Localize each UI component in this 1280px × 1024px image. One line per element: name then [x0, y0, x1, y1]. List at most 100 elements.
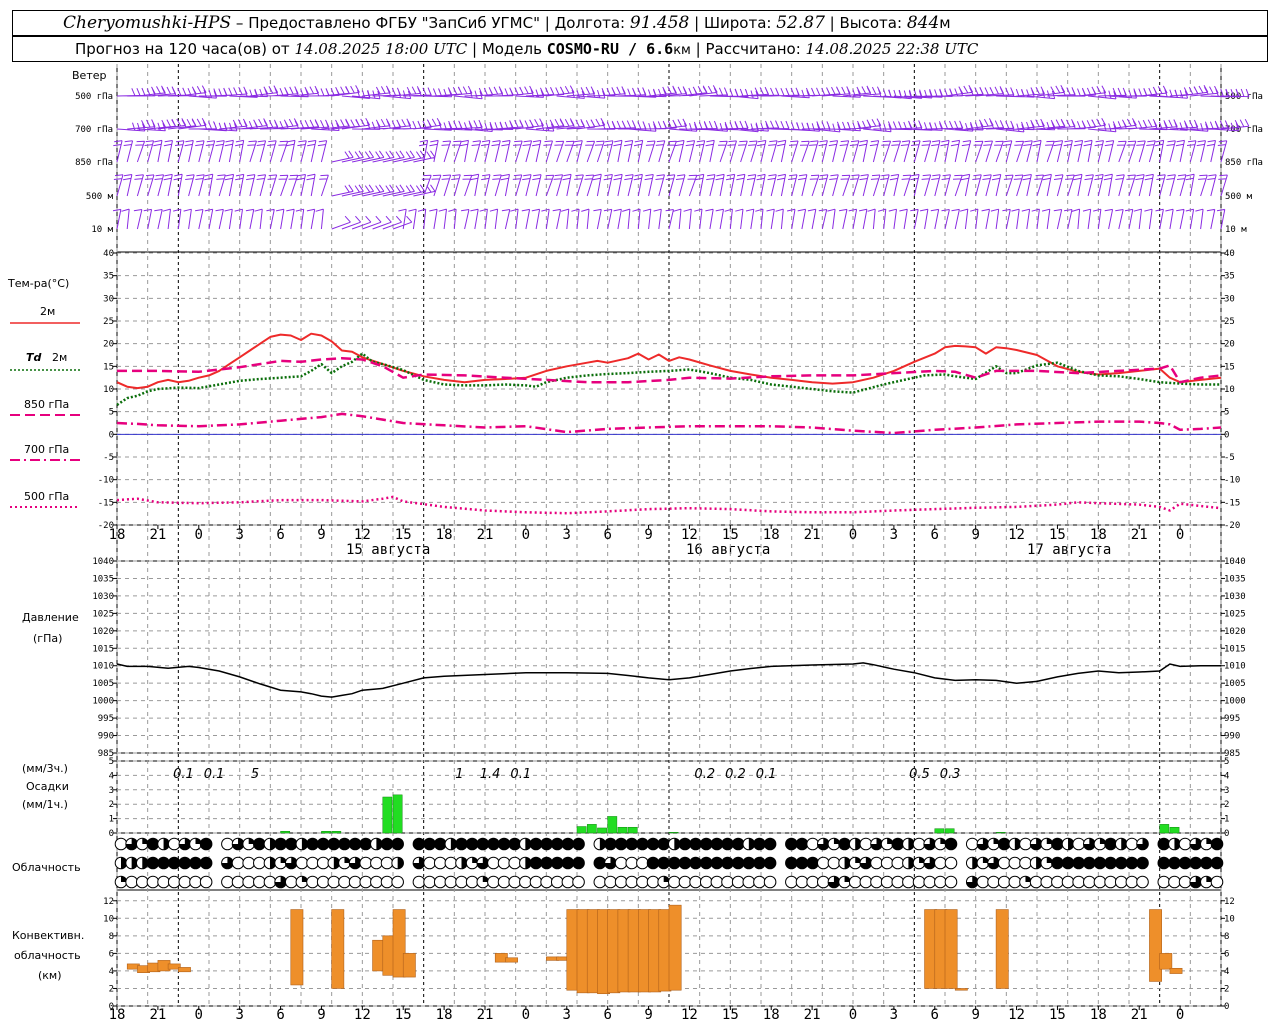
- cloud-cover-circle: [1083, 856, 1096, 870]
- precip-ytick-right: 2: [1224, 800, 1229, 810]
- cloud-cover-circle: [550, 856, 564, 870]
- cloud-cover-circle: [380, 875, 394, 889]
- conv-ytick-right: 0: [1224, 1002, 1229, 1012]
- pressure-title: Давление: [22, 611, 79, 624]
- cloud-cover-circle: [965, 837, 979, 851]
- temp-ytick-right: -20: [1224, 521, 1240, 531]
- cloud-cover-circle: [1093, 856, 1107, 870]
- precip-bar: [586, 824, 597, 834]
- cloud-cover-circle: [1008, 875, 1022, 889]
- cloud-cover-circle: [274, 837, 287, 851]
- x-tick-label: 18: [436, 527, 453, 543]
- cloud-cover-circle: [1210, 837, 1224, 851]
- temp-ytick-right: 25: [1224, 317, 1235, 327]
- temp-legend-td: Td: [26, 351, 42, 364]
- cloud-cover-circle: [306, 856, 319, 870]
- precip-bar: [944, 828, 955, 834]
- precip-bar: [617, 826, 628, 834]
- conv-ytick-left: 10: [103, 914, 114, 924]
- cloud-cover-circle: [146, 856, 160, 870]
- cloud-cover-circle: [870, 875, 883, 889]
- temp-legend-label: 500 гПа: [24, 490, 69, 503]
- cloud-cover-circle: [338, 837, 351, 851]
- cloud-cover-circle: [870, 856, 883, 870]
- pressure-unit: (гПа): [33, 632, 62, 645]
- precip-bar: [321, 831, 331, 834]
- cloud-cover-circle: [338, 875, 351, 889]
- temp-ytick-left: 10: [103, 385, 114, 395]
- cloud-cover-circle: [646, 837, 660, 851]
- cloud-cover-circle: [1157, 856, 1171, 870]
- precip-ytick-left: 0: [109, 829, 114, 839]
- cloud-cover-circle: [1114, 856, 1128, 870]
- temp-ytick-right: -10: [1224, 476, 1240, 486]
- cloud-cover-circle: [497, 856, 511, 870]
- cloud-cover-circle: [199, 837, 213, 851]
- cloud-cover-circle: [465, 837, 479, 851]
- conv-ytick-left: 12: [103, 897, 114, 907]
- cloud-cover-circle: [710, 856, 724, 870]
- pressure-ytick-left: 1015: [92, 644, 114, 654]
- conv-title-2: облачность: [14, 949, 81, 962]
- cloud-cover-circle: [742, 856, 756, 870]
- cloud-cover-circle: [306, 875, 319, 889]
- temp-ytick-left: 40: [103, 249, 114, 259]
- cloud-cover-circle: [816, 856, 830, 870]
- cloud-cover-circle: [284, 837, 298, 851]
- conv-title-1: Конвективн.: [12, 929, 84, 942]
- temp-ytick-left: 30: [103, 294, 114, 304]
- cloud-cover-circle: [572, 875, 585, 889]
- cloud-cover-circle: [753, 875, 766, 889]
- cloud-cover-circle: [519, 875, 532, 889]
- precip-bar: [1169, 826, 1180, 834]
- pressure-ytick-right: 1030: [1224, 592, 1246, 602]
- cloud-cover-circle: [1072, 875, 1085, 889]
- cloud-cover-circle: [625, 837, 639, 851]
- cloud-cover-circle: [976, 875, 990, 889]
- x-tick-label: 21: [477, 527, 494, 543]
- temp-ytick-right: 0: [1224, 430, 1229, 440]
- cloud-cover-circle: [1125, 856, 1139, 870]
- precip-annotation: 1.4: [480, 767, 501, 782]
- cloud-cover-circle: [891, 875, 905, 889]
- cloud-cover-circle: [710, 875, 724, 889]
- precip-annotation: 0.3: [940, 767, 961, 782]
- cloud-cover-circle: [370, 875, 383, 889]
- pressure-ytick-left: 990: [98, 732, 114, 742]
- cloud-cover-circle: [316, 856, 330, 870]
- cloud-cover-circle: [529, 875, 543, 889]
- precip-annotation: 1: [455, 767, 463, 782]
- cloud-cover-circle: [231, 875, 245, 889]
- cloud-cover-circle: [433, 875, 447, 889]
- meteogram-svg: Ветер Тем-ра(°C) Давление (гПа) (мм/3ч.)…: [7, 64, 1263, 1023]
- cloud-cover-circle: [316, 875, 330, 889]
- cloud-cover-circle: [668, 856, 681, 870]
- cloud-cover-circle: [146, 837, 160, 851]
- x-tick-label: 0: [1176, 527, 1184, 543]
- conv-ytick-left: 6: [109, 949, 114, 959]
- cloud-cover-circle: [699, 875, 713, 889]
- cloud-cover-circle: [263, 875, 277, 889]
- cloud-cover-circle: [891, 837, 905, 851]
- temp-ytick-left: -15: [98, 498, 114, 508]
- cloud-cover-circle: [827, 856, 841, 870]
- precip-annotation: 0.1: [756, 767, 777, 782]
- cloud-cover-circle: [604, 875, 617, 889]
- precip-ytick-right: 3: [1224, 786, 1229, 796]
- cloud-cover-circle: [455, 875, 468, 889]
- temp-ytick-left: 35: [103, 272, 114, 282]
- cloud-cover-circle: [1136, 856, 1149, 870]
- cloud-cover-circle: [1072, 856, 1085, 870]
- cloud-cover-circle: [561, 875, 575, 889]
- cloud-cover-circle: [923, 875, 936, 889]
- cloud-cover-circle: [306, 837, 319, 851]
- cloud-cover-circle: [880, 856, 894, 870]
- cloud-cover-circle: [221, 875, 234, 889]
- cloud-cover-circle: [253, 875, 266, 889]
- temp-ytick-right: 10: [1224, 385, 1235, 395]
- precip-ytick-left: 2: [109, 800, 114, 810]
- wind-level-right: 10 м: [1225, 225, 1247, 235]
- cloud-cover-circle: [880, 875, 894, 889]
- cloud-cover-circle: [1157, 875, 1171, 889]
- cloud-cover-circle: [997, 837, 1011, 851]
